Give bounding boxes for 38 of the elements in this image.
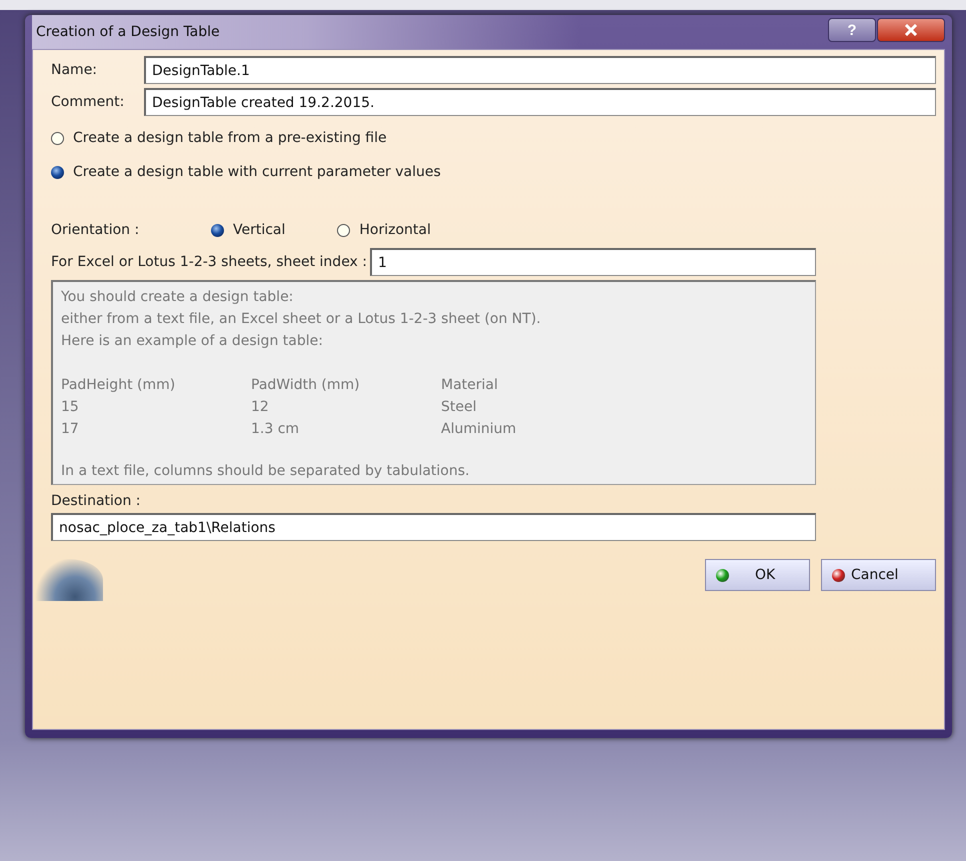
ok-button[interactable]: OK [705,559,810,591]
globe-drawing [33,559,103,601]
sheet-index-field[interactable]: 1 [370,248,816,276]
text-field[interactable]: DesignTable created 19.2.2015. [144,88,936,116]
window-title: Creation of a Design Table [35,24,220,40]
radio-label: Create a design table with current parameter values [73,164,441,180]
radio-label: Create a design table from a pre-existing file [73,130,387,146]
info-text: either from a text file, an Excel sheet or a Lotus 1-2-3 sheet (on NT). [61,310,542,329]
example-cell-text: Steel [441,398,478,417]
field-label: Comment: [51,94,126,110]
cancel-button[interactable]: Cancel [821,559,936,591]
example-cell-text: 1.3 cm [251,420,300,439]
ball-icon [832,568,845,582]
radio-button[interactable] [337,224,350,236]
field-label: Name: [51,62,98,78]
radio-button[interactable] [51,166,64,178]
destination-field[interactable]: nosac_ploce_za_tab1\Relations [51,513,816,541]
info-text: You should create a design table: [61,288,294,307]
example-cell-text: Aluminium [441,420,518,439]
example-cell-text: PadHeight (mm) [61,376,176,395]
example-cell-text: 17 [61,420,80,439]
example-cell-text: Material [441,376,499,395]
close-button[interactable] [877,18,945,42]
orientation-label: Orientation : [51,222,140,238]
text-field[interactable]: DesignTable.1 [144,56,936,84]
example-cell-text: 15 [61,398,80,417]
info-text: Here is an example of a design table: [61,332,324,351]
radio-button[interactable] [211,224,224,236]
radio-label: Horizontal [359,222,431,238]
destination-label: Destination : [51,492,142,511]
ball-icon [716,568,729,582]
example-cell-text: 12 [251,398,270,417]
example-cell-text: PadWidth (mm) [251,376,361,395]
info-text: In a text file, columns should be separated by tabulations. [61,462,470,481]
close-icon [904,24,918,36]
sheet-index-label: For Excel or Lotus 1-2-3 sheets, sheet index : [51,254,368,270]
radio-button[interactable] [51,132,64,144]
radio-label: Vertical [233,222,286,238]
